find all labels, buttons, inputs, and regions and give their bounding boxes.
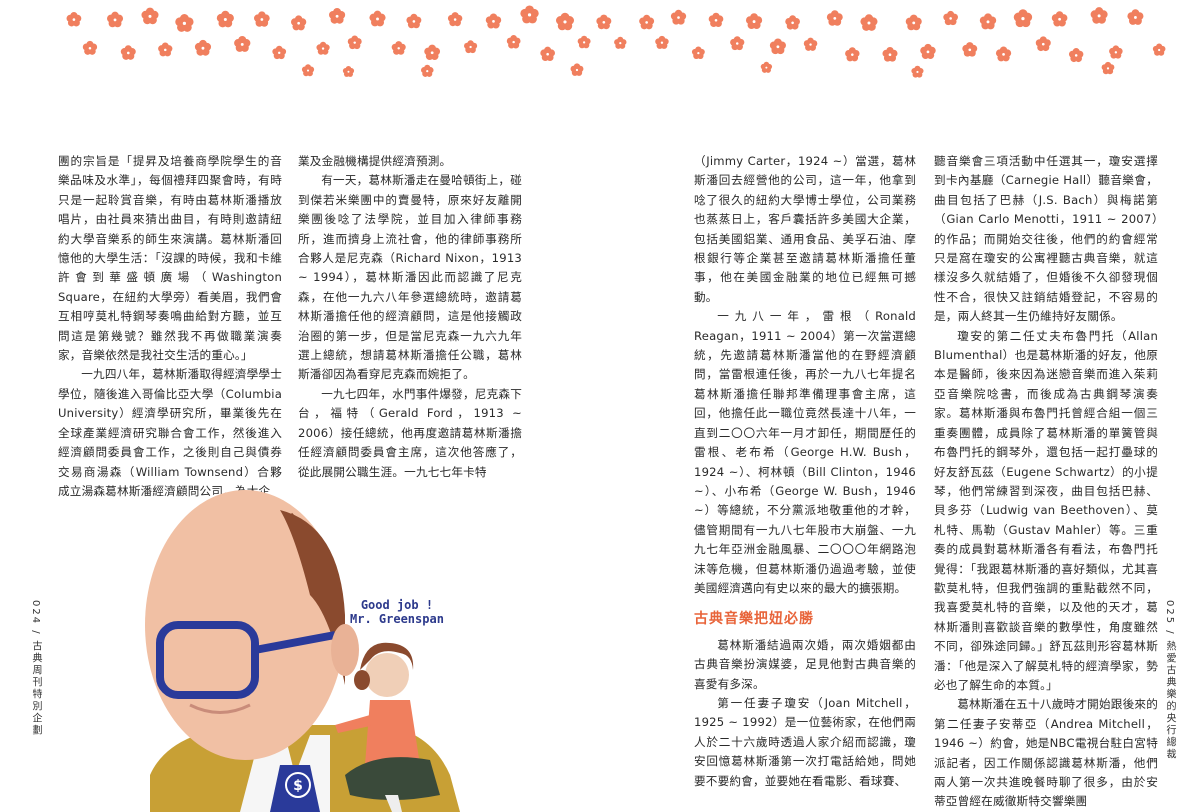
- flower-icon: [424, 44, 441, 61]
- flower-icon: [639, 14, 655, 30]
- flower-icon: [920, 43, 936, 59]
- flower-icon: [82, 40, 98, 55]
- page-marker-right: 025 / 熱愛古典樂的央行總裁: [1164, 600, 1175, 761]
- paragraph: 葛林斯潘結過兩次婚，兩次婚姻都由古典音樂扮演媒婆，足見他對古典音樂的喜愛有多深。: [694, 637, 916, 691]
- flower-icon: [316, 41, 330, 55]
- flower-icon: [745, 13, 763, 30]
- flower-icon: [1109, 45, 1123, 59]
- flower-icon: [760, 61, 773, 73]
- flower-icon: [596, 14, 612, 30]
- text-column-1: 團的宗旨是「提昇及培養商學院學生的音樂品味及水準」，每個禮拜四聚會時，有時只是一…: [58, 152, 282, 501]
- flower-icon: [943, 10, 958, 26]
- flower-icon: [556, 12, 574, 31]
- flower-icon: [216, 10, 234, 28]
- flower-icon: [540, 46, 555, 61]
- flower-icon: [1127, 9, 1144, 25]
- flower-icon: [708, 12, 724, 28]
- flower-icon: [290, 15, 307, 31]
- flower-icon: [803, 37, 818, 51]
- flower-icon: [194, 39, 212, 56]
- flower-icon: [1101, 61, 1115, 75]
- flower-icon: [120, 45, 136, 60]
- flower-icon: [995, 46, 1012, 62]
- flower-icon: [577, 35, 591, 49]
- paragraph: 一九七四年，水門事件爆發，尼克森下台，福特（Gerald Ford，1913 ~…: [298, 386, 522, 479]
- flower-icon: [141, 7, 159, 25]
- paragraph: 一九八一年，雷根（Ronald Reagan，1911 ~ 2004）第一次當選…: [694, 309, 916, 595]
- flower-icon: [506, 35, 521, 49]
- paragraph: 團的宗旨是「提昇及培養商學院學生的音樂品味及水準」，每個禮拜四聚會時，有時只是一…: [58, 154, 282, 363]
- flower-icon: [1090, 7, 1108, 24]
- text-column-3: （Jimmy Carter，1924 ~）當選，葛林斯潘回去經營他的公司，這一年…: [694, 152, 916, 791]
- flower-icon: [691, 46, 705, 59]
- flower-icon: [845, 47, 860, 62]
- paragraph: 業及金融機構提供經濟預測。: [298, 154, 452, 168]
- text-column-4: 聽音樂會三項活動中任選其一，瓊安選擇到卡內基廳（Carnegie Hall）聽音…: [934, 152, 1158, 812]
- flower-icon: [347, 35, 362, 50]
- paragraph: （Jimmy Carter，1924 ~）當選，葛林斯潘回去經營他的公司，這一年…: [694, 154, 916, 304]
- flower-icon: [1035, 36, 1051, 52]
- speech-line: Good job !: [360, 598, 434, 612]
- flower-icon: [66, 12, 82, 27]
- flower-border-decoration: [66, 5, 1166, 78]
- section-heading: 古典音樂把妞必勝: [694, 611, 814, 628]
- text-column-2: 業及金融機構提供經濟預測。 有一天，葛林斯潘走在曼哈頓街上，碰到傑若米樂團中的賣…: [298, 152, 522, 482]
- flower-icon: [107, 11, 124, 28]
- tie-dollar-icon: $: [293, 778, 303, 794]
- greenspan-mozart-illustration: $: [145, 490, 460, 812]
- speech-text: Good job ! Mr. Greenspan: [350, 598, 444, 626]
- flower-icon: [962, 42, 978, 57]
- flower-icon: [342, 65, 355, 77]
- flower-icon: [826, 10, 843, 26]
- flower-icon: [1051, 11, 1068, 27]
- flower-icon: [570, 63, 584, 76]
- flower-icon: [655, 35, 669, 49]
- flower-icon: [670, 9, 687, 25]
- flower-icon: [785, 15, 800, 30]
- flower-icon: [391, 41, 406, 55]
- flower-icon: [905, 14, 922, 31]
- flower-icon: [1068, 48, 1084, 63]
- flower-icon: [730, 36, 745, 51]
- flower-icon: [329, 7, 346, 24]
- flower-icon: [485, 13, 502, 29]
- paragraph: 有一天，葛林斯潘走在曼哈頓街上，碰到傑若米樂團中的賣曼特，原來好友離開樂團後唸了…: [298, 173, 522, 382]
- flower-icon: [421, 64, 434, 77]
- flower-icon: [175, 14, 194, 32]
- flower-icon: [1152, 43, 1166, 56]
- paragraph: 瓊安的第二任丈夫布魯門托（Allan Blumenthal）也是葛林斯潘的好友，…: [934, 328, 1158, 692]
- flower-icon: [406, 13, 422, 29]
- flower-icon: [614, 36, 627, 49]
- page-marker-left: 024 / 古典周刊特別企劃: [30, 600, 41, 737]
- speech-line: Mr. Greenspan: [350, 612, 444, 626]
- flower-icon: [301, 64, 315, 77]
- flower-icon: [464, 40, 478, 54]
- paragraph: 聽音樂會三項活動中任選其一，瓊安選擇到卡內基廳（Carnegie Hall）聽音…: [934, 154, 1158, 324]
- flower-icon: [882, 46, 898, 62]
- flower-icon: [520, 5, 539, 24]
- flower-icon: [158, 42, 173, 57]
- paragraph: 第一任妻子瓊安（Joan Mitchell，1925 ~ 1992）是一位藝術家…: [694, 695, 916, 788]
- flower-icon: [369, 10, 386, 27]
- flower-icon: [447, 12, 463, 27]
- flower-icon: [254, 11, 270, 27]
- flower-icon: [860, 14, 878, 31]
- flower-icon: [272, 45, 287, 60]
- flower-icon: [1013, 9, 1033, 28]
- flower-icon: [769, 38, 786, 55]
- flower-icon: [911, 65, 924, 78]
- flower-icon: [979, 13, 997, 30]
- flower-icon: [234, 36, 251, 52]
- paragraph: 葛林斯潘在五十八歲時才開始跟後來的第二任妻子安蒂亞（Andrea Mitchel…: [934, 697, 1158, 809]
